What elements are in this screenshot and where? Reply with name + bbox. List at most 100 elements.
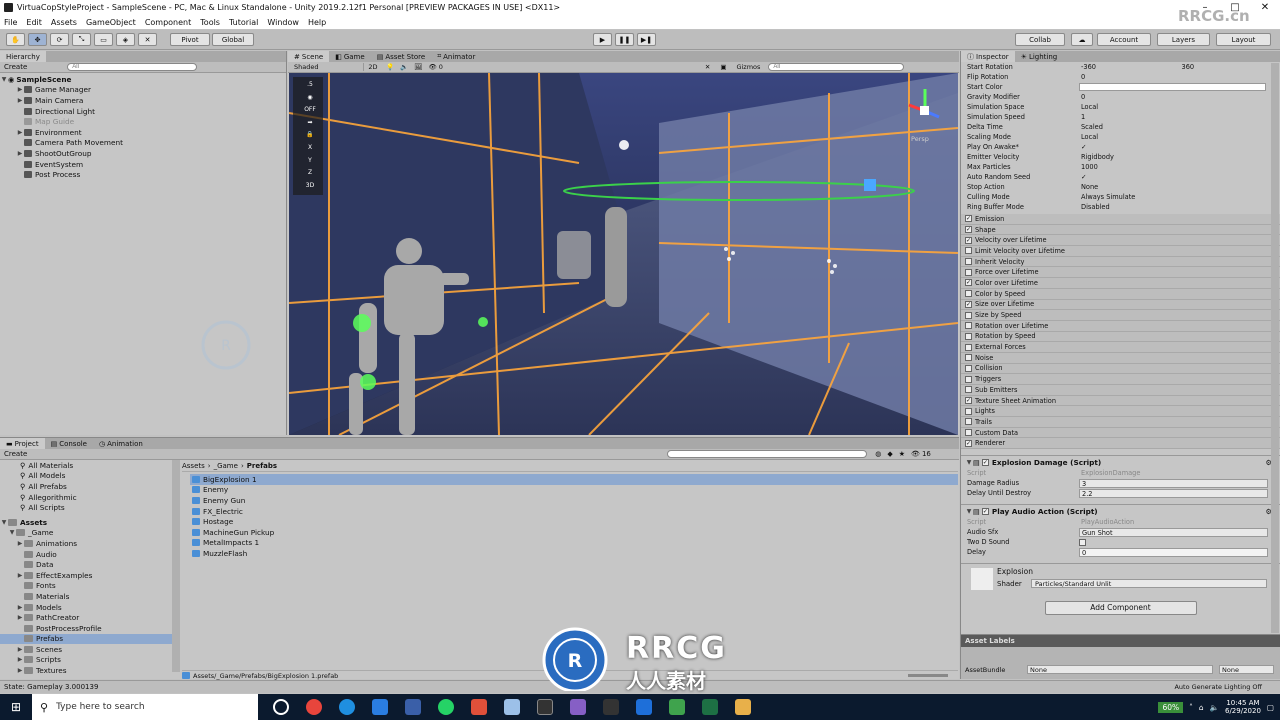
folder-item[interactable]: Materials xyxy=(0,591,172,602)
gizmo-toggle[interactable]: X xyxy=(297,142,323,155)
hierarchy-item[interactable]: ▶ ShootOutGroup xyxy=(0,148,286,159)
property-value[interactable]: 1 xyxy=(1079,113,1280,121)
global-toggle[interactable]: Global xyxy=(212,33,254,46)
hierarchy-item[interactable]: ▶ Main Camera xyxy=(0,95,286,106)
component-header[interactable]: ▼ ▤ ✓ Play Audio Action (Script) ⚙ xyxy=(961,505,1280,517)
clock[interactable]: 10:45 AM 6/29/2020 xyxy=(1225,699,1261,715)
menu-edit[interactable]: Edit xyxy=(26,18,42,27)
scale-tool-icon[interactable]: ⤡ xyxy=(72,33,91,46)
module-enabled-checkbox[interactable] xyxy=(965,290,972,298)
filter-label-icon[interactable]: ◆ xyxy=(887,450,892,458)
expand-arrow-icon[interactable]: ▼ xyxy=(0,76,8,83)
gizmo-toggle[interactable]: Y xyxy=(297,155,323,168)
menu-window[interactable]: Window xyxy=(267,18,299,27)
tray-arrow-icon[interactable]: ˄ xyxy=(1189,703,1193,712)
hierarchy-item[interactable]: Camera Path Movement xyxy=(0,138,286,149)
particle-module-row[interactable]: ✓ Shape xyxy=(961,224,1280,236)
icon-size-slider[interactable] xyxy=(908,674,948,677)
hierarchy-create-button[interactable]: Create xyxy=(4,63,27,71)
folder-item[interactable]: ▼ _Game xyxy=(0,528,172,539)
property-value[interactable]: Scaled xyxy=(1079,123,1280,131)
folder-item[interactable]: ▶ Scripts xyxy=(0,655,172,666)
gizmo-toggle-eye-icon[interactable]: ◉ xyxy=(297,92,323,105)
module-enabled-checkbox[interactable]: ✓ xyxy=(965,397,972,405)
module-enabled-checkbox[interactable] xyxy=(965,418,972,426)
rotate-tool-icon[interactable]: ⟳ xyxy=(50,33,69,46)
tab-animation[interactable]: ◷ Animation xyxy=(93,438,149,449)
breadcrumb-item[interactable]: Prefabs xyxy=(247,462,277,470)
module-enabled-checkbox[interactable]: ✓ xyxy=(965,439,972,447)
assetbundle-dropdown[interactable]: None xyxy=(1027,665,1213,674)
file-item[interactable]: Hostage xyxy=(190,516,958,527)
property-value[interactable]: ✓ xyxy=(1079,143,1280,151)
project-create-button[interactable]: Create xyxy=(4,450,27,458)
pause-icon[interactable]: ❚❚ xyxy=(615,33,634,46)
shader-dropdown[interactable]: Particles/Standard Unlit xyxy=(1031,579,1267,589)
module-enabled-checkbox[interactable] xyxy=(965,332,972,340)
component-enabled-checkbox[interactable]: ✓ xyxy=(981,507,989,515)
move-tool-icon[interactable]: ✥ xyxy=(28,33,47,46)
particle-module-row[interactable]: Size by Speed xyxy=(961,310,1280,321)
folder-item[interactable]: ▶ Animations xyxy=(0,538,172,549)
collab-button[interactable]: Collab xyxy=(1015,33,1065,46)
task-view-icon[interactable] xyxy=(272,699,289,715)
property-value[interactable]: -360 xyxy=(1079,63,1180,71)
module-enabled-checkbox[interactable]: ✓ xyxy=(965,300,972,308)
scene-viewport[interactable]: .5 ◉ OFF ➡ 🔒 X Y Z 3D Persp xyxy=(289,73,958,435)
gizmo-toggle-arrow-icon[interactable]: ➡ xyxy=(297,117,323,130)
delay-until-destroy-input[interactable]: 2.2 xyxy=(1079,488,1268,498)
hierarchy-item[interactable]: EventSystem xyxy=(0,159,286,170)
file-explorer-icon[interactable] xyxy=(734,699,751,715)
particle-module-row[interactable]: Rotation by Speed xyxy=(961,331,1280,343)
menu-tutorial[interactable]: Tutorial xyxy=(229,18,258,27)
module-enabled-checkbox[interactable]: ✓ xyxy=(965,215,972,223)
gizmos-dropdown[interactable]: Gizmos xyxy=(736,63,760,71)
expand-arrow-icon[interactable]: ▼ xyxy=(8,529,16,536)
menu-assets[interactable]: Assets xyxy=(51,18,77,27)
particle-module-row[interactable]: Triggers xyxy=(961,374,1280,385)
property-value[interactable]: Local xyxy=(1079,133,1280,141)
visual-studio-icon[interactable] xyxy=(569,699,586,715)
volume-icon[interactable]: 🔈 xyxy=(1210,703,1219,712)
gizmo-toggle[interactable]: OFF xyxy=(297,104,323,117)
account-dropdown[interactable]: Account xyxy=(1097,33,1151,46)
gizmo-toggle[interactable]: 3D xyxy=(297,180,323,193)
folder-item[interactable]: ▶ PathCreator xyxy=(0,612,172,623)
maps-icon[interactable] xyxy=(635,699,652,715)
particle-module-row[interactable]: Noise xyxy=(961,352,1280,364)
step-icon[interactable]: ▶❚ xyxy=(637,33,656,46)
camera-icon[interactable]: ▣ xyxy=(720,63,726,71)
battery-indicator[interactable]: 60% xyxy=(1158,701,1184,713)
property-value[interactable]: ✓ xyxy=(1079,173,1280,181)
audio-sfx-dropdown[interactable]: Gun Shot xyxy=(1079,527,1268,537)
expand-arrow-icon[interactable]: ▼ xyxy=(965,459,973,466)
breadcrumb-item[interactable]: _Game xyxy=(214,462,238,470)
expand-arrow-icon[interactable]: ▶ xyxy=(16,86,24,93)
particle-module-row[interactable]: ✓ Color over Lifetime xyxy=(961,278,1280,289)
property-value[interactable]: Rigidbody xyxy=(1079,153,1280,161)
favorite-item[interactable]: ⚲ All Models xyxy=(0,471,172,482)
expand-arrow-icon[interactable]: ▼ xyxy=(965,508,973,515)
notification-icon[interactable]: ▢ xyxy=(1267,703,1274,712)
module-enabled-checkbox[interactable]: ✓ xyxy=(965,279,972,287)
play-icon[interactable]: ▶ xyxy=(593,33,612,46)
cloud-icon[interactable]: ☁ xyxy=(1071,33,1093,46)
folder-item[interactable]: ▶ EffectExamples xyxy=(0,570,172,581)
whatsapp-icon[interactable] xyxy=(437,699,454,715)
mail-icon[interactable] xyxy=(371,699,388,715)
component-enabled-checkbox[interactable]: ✓ xyxy=(981,458,989,466)
assets-root[interactable]: ▼ Assets xyxy=(0,517,172,528)
module-enabled-checkbox[interactable] xyxy=(965,322,972,330)
file-item[interactable]: MachineGun Pickup xyxy=(190,527,958,538)
menu-help[interactable]: Help xyxy=(308,18,326,27)
tab-project[interactable]: ▬ Project xyxy=(0,438,45,449)
property-value[interactable]: None xyxy=(1079,183,1280,191)
folder-item[interactable]: Data xyxy=(0,559,172,570)
particle-module-row[interactable]: Color by Speed xyxy=(961,288,1280,300)
expand-arrow-icon[interactable]: ▶ xyxy=(16,150,24,157)
scene-search-input[interactable] xyxy=(768,63,905,71)
folder-item[interactable]: ▶ Scenes xyxy=(0,644,172,655)
delay-input[interactable]: 0 xyxy=(1079,547,1268,557)
hierarchy-item[interactable]: Post Process xyxy=(0,169,286,180)
module-enabled-checkbox[interactable] xyxy=(965,268,972,276)
